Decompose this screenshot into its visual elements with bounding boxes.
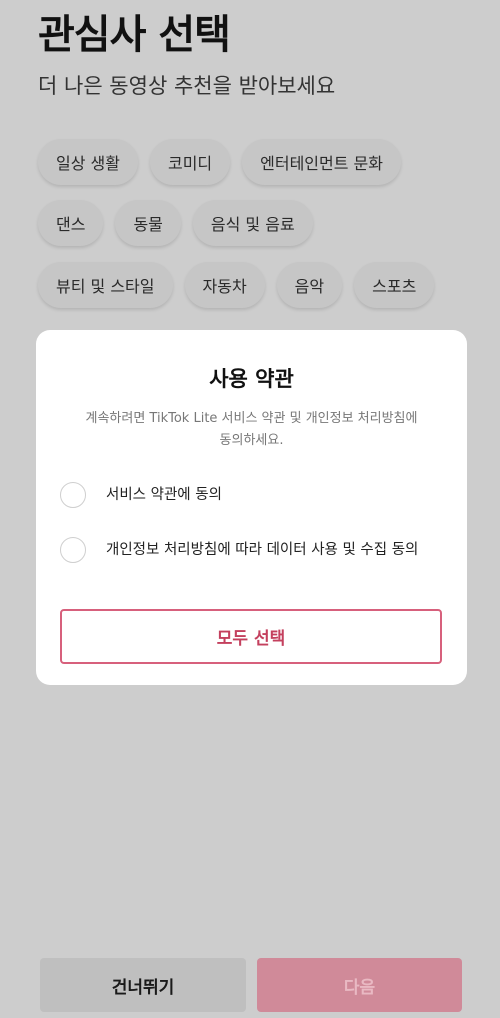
agree-privacy-label: 개인정보 처리방침에 따라 데이터 사용 및 수집 동의: [106, 542, 419, 558]
interest-chip-animals[interactable]: 동물: [115, 200, 181, 246]
agree-terms-item[interactable]: 서비스 약관에 동의: [60, 480, 437, 508]
agree-privacy-checkbox[interactable]: [60, 537, 86, 563]
interest-chip-entertainment[interactable]: 엔터테인먼트 문화: [242, 139, 401, 185]
next-button[interactable]: 다음: [257, 958, 462, 1012]
interest-chip-daily-life[interactable]: 일상 생활: [38, 139, 138, 185]
page-title: 관심사 선택: [38, 12, 231, 58]
interest-row-1: 일상 생활 코미디 엔터테인먼트 문화: [38, 139, 401, 185]
interest-chip-beauty-style[interactable]: 뷰티 및 스타일: [38, 262, 173, 308]
dialog-title: 사용 약관: [209, 367, 294, 391]
skip-button[interactable]: 건너뛰기: [40, 958, 246, 1012]
interest-chip-sports[interactable]: 스포츠: [354, 262, 435, 308]
interest-chip-comedy[interactable]: 코미디: [149, 139, 231, 185]
interest-chip-cars[interactable]: 자동차: [184, 262, 265, 308]
interest-chip-dance[interactable]: 댄스: [38, 200, 104, 246]
terms-dialog: 사용 약관 계속하려면 TikTok Lite 서비스 약관 및 개인정보 처리…: [36, 330, 467, 685]
interest-chip-music[interactable]: 음악: [276, 262, 343, 308]
page-subtitle: 더 나은 동영상 추천을 받아보세요: [38, 74, 336, 98]
interest-row-3: 뷰티 및 스타일 자동차 음악 스포츠: [38, 262, 435, 308]
interest-chip-food-drink[interactable]: 음식 및 음료: [192, 200, 313, 246]
agree-terms-checkbox[interactable]: [60, 482, 86, 508]
interest-row-2: 댄스 동물 음식 및 음료: [38, 200, 313, 246]
agree-terms-label: 서비스 약관에 동의: [106, 487, 222, 503]
agree-privacy-item[interactable]: 개인정보 처리방침에 따라 데이터 사용 및 수집 동의: [60, 535, 437, 563]
select-all-button[interactable]: 모두 선택: [60, 609, 442, 664]
dialog-description: 계속하려면 TikTok Lite 서비스 약관 및 개인정보 처리방침에 동의…: [85, 411, 418, 448]
